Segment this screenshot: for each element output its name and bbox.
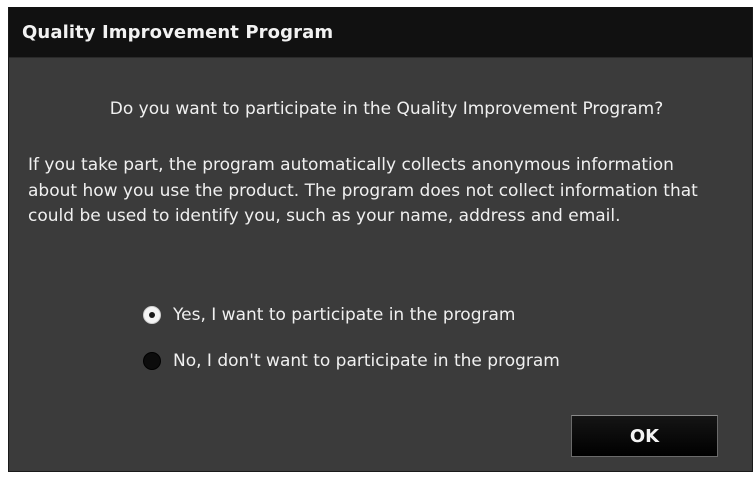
option-yes[interactable]: Yes, I want to participate in the progra… — [143, 303, 560, 327]
dialog-titlebar: Quality Improvement Program — [9, 7, 752, 58]
dialog-title: Quality Improvement Program — [22, 21, 334, 43]
participation-question: Do you want to participate in the Qualit… — [109, 99, 664, 119]
quality-improvement-dialog: Quality Improvement Program Do you want … — [8, 7, 753, 472]
option-yes-label[interactable]: Yes, I want to participate in the progra… — [173, 305, 515, 325]
radio-yes-selected[interactable] — [143, 306, 161, 324]
option-no[interactable]: No, I don't want to participate in the p… — [143, 349, 560, 373]
ok-button[interactable]: OK — [571, 415, 718, 457]
participation-options: Yes, I want to participate in the progra… — [143, 303, 560, 395]
radio-no-unselected[interactable] — [143, 352, 161, 370]
program-description: If you take part, the program automatica… — [28, 155, 698, 226]
option-no-label[interactable]: No, I don't want to participate in the p… — [173, 351, 560, 371]
